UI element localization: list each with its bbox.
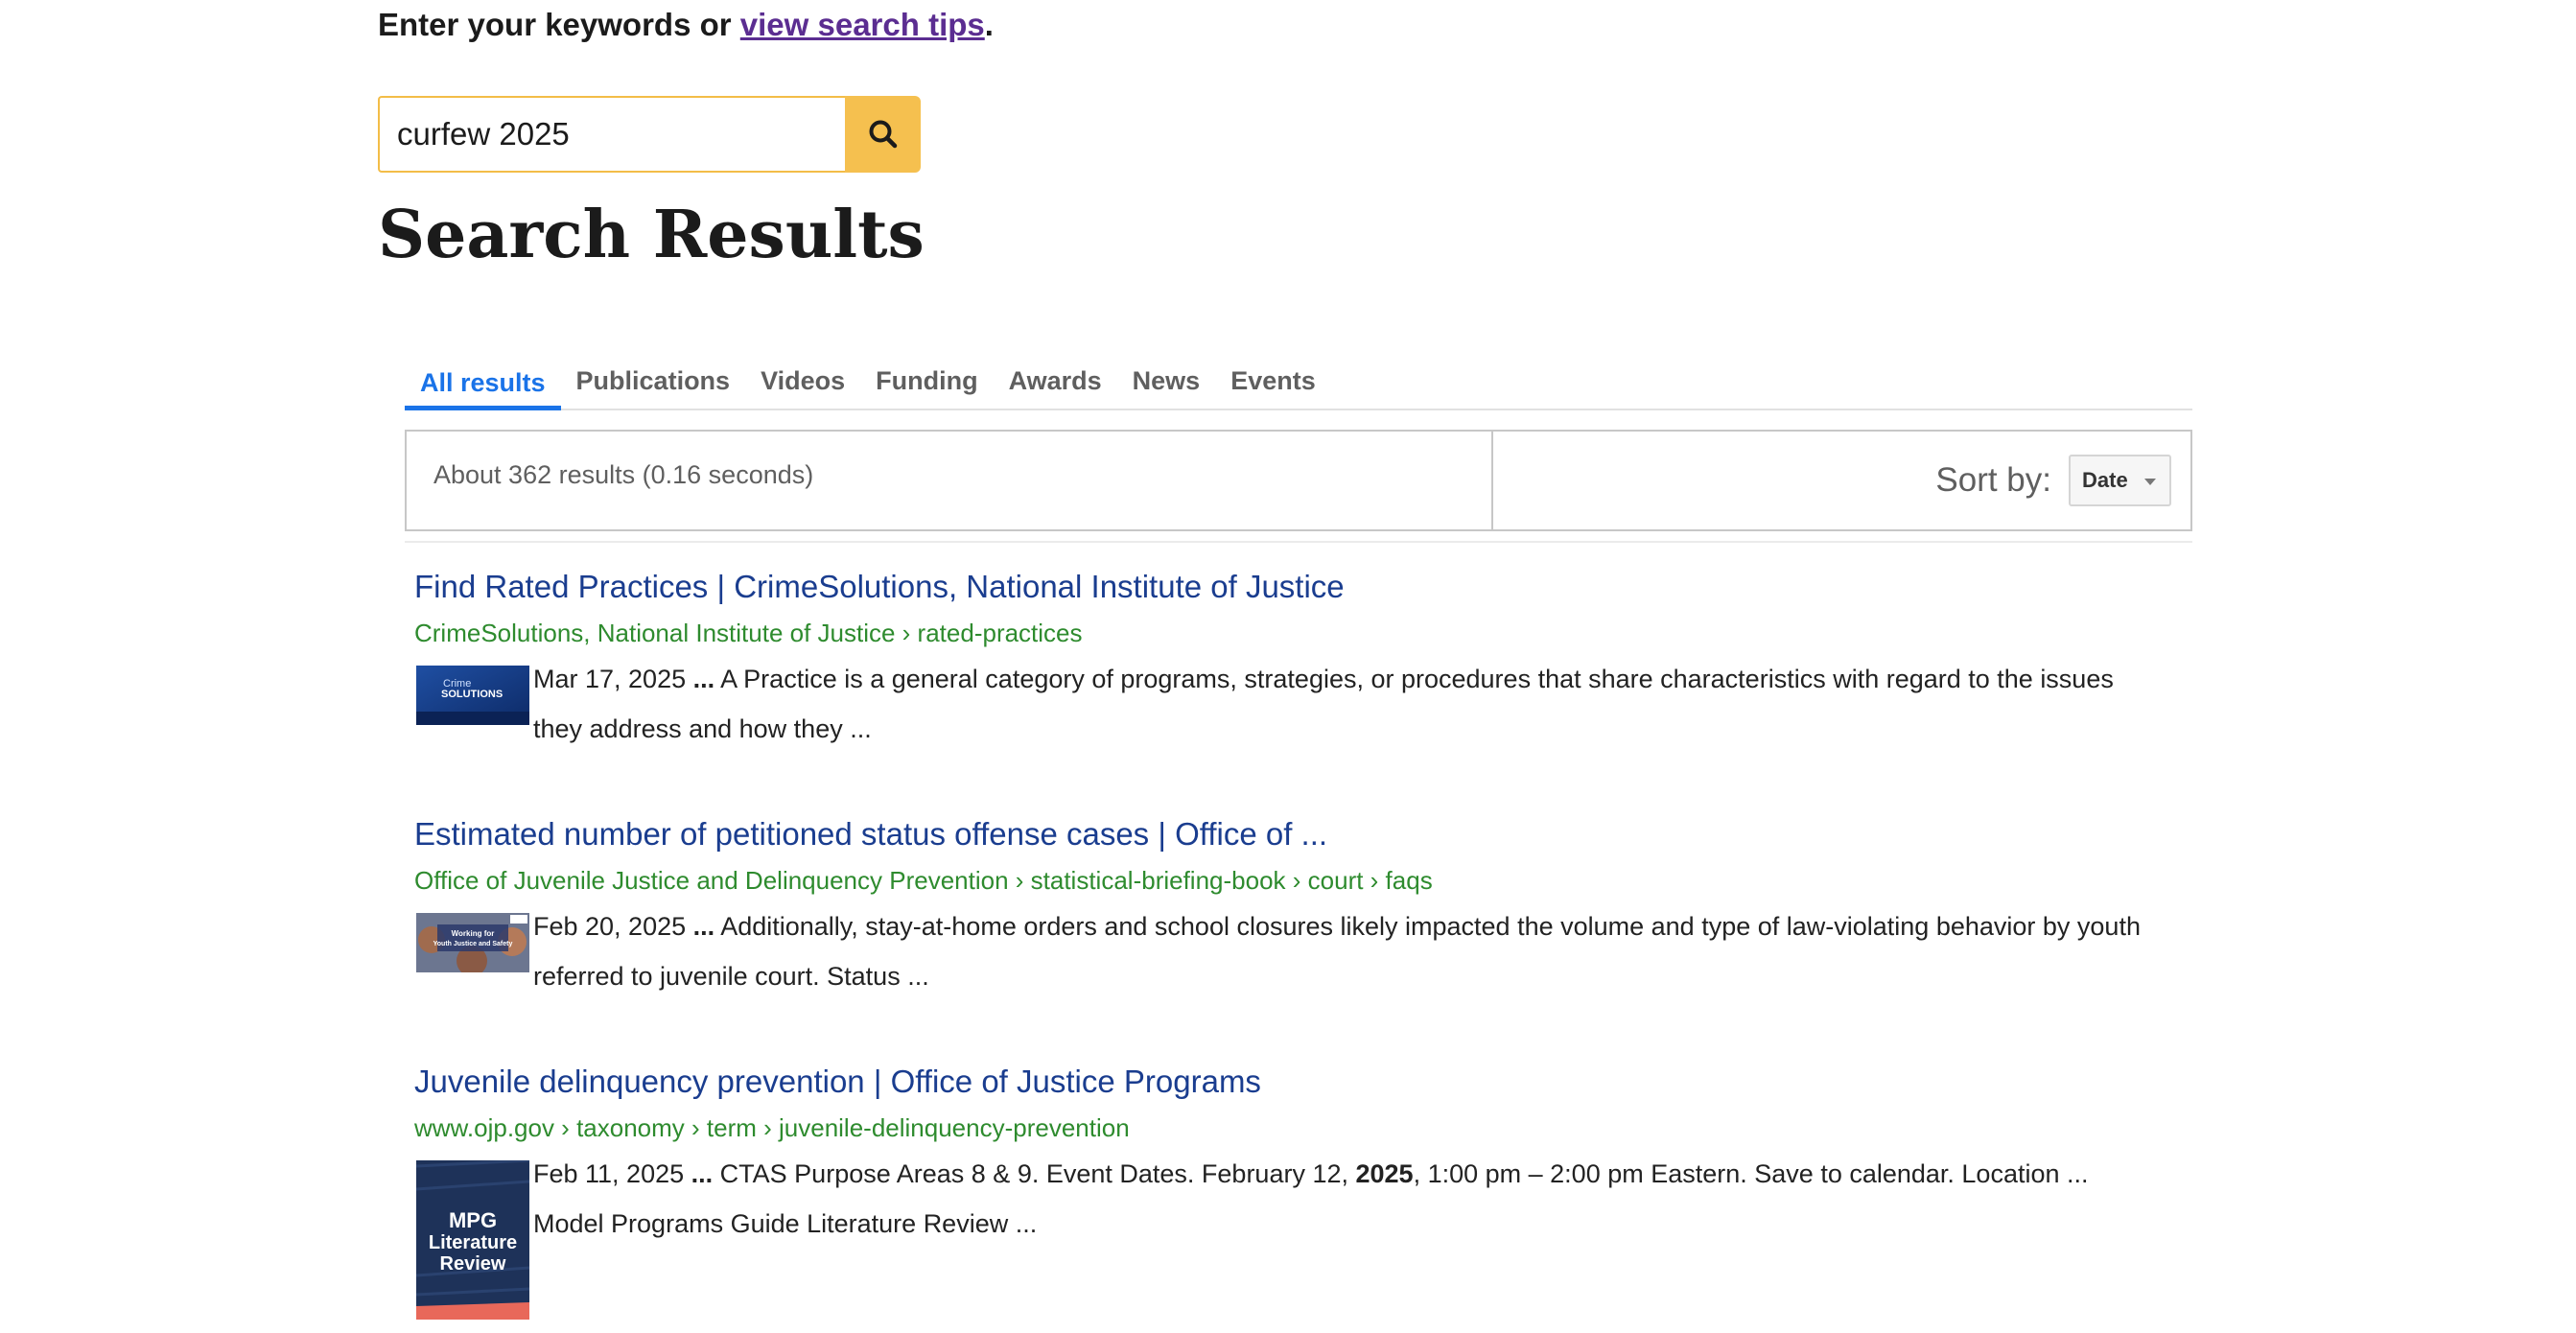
result-body: MPG Literature Review Feb 11, 2025 ... C… (414, 1157, 2198, 1320)
divider (405, 541, 2192, 543)
intro-text: Enter your keywords or (378, 7, 740, 42)
results-count: About 362 results (0.16 seconds) (407, 432, 1493, 529)
result-snippet: Feb 20, 2025 ... Additionally, stay-at-h… (533, 901, 2164, 1001)
tab-awards[interactable]: Awards (994, 353, 1117, 409)
mpg-literature-review-thumbnail[interactable]: MPG Literature Review (416, 1160, 529, 1320)
search-button[interactable] (845, 96, 921, 173)
svg-text:Literature: Literature (429, 1232, 517, 1253)
search-results-page: Enter your keywords or view search tips.… (0, 0, 2576, 1333)
result-body: Working for Youth Justice and Safety Feb… (414, 909, 2198, 1001)
tab-events[interactable]: Events (1215, 353, 1331, 409)
search-form (378, 96, 921, 173)
sort-select[interactable]: Date (2069, 455, 2171, 506)
result-title-link[interactable]: Estimated number of petitioned status of… (414, 813, 2198, 855)
search-intro: Enter your keywords or view search tips. (378, 4, 994, 46)
result-url: Office of Juvenile Justice and Delinquen… (414, 866, 1433, 895)
sort-controls: Sort by: Date (1493, 432, 2190, 529)
result-date: Mar 17, 2025 (533, 665, 687, 693)
result-url: CrimeSolutions, National Institute of Ju… (414, 619, 1083, 647)
snippet-ellipsis: ... (692, 912, 715, 941)
chevron-down-icon (2144, 479, 2156, 485)
result-date: Feb 20, 2025 (533, 912, 687, 941)
result-body: Crime SOLUTIONS Mar 17, 2025 ... A Pract… (414, 662, 2198, 754)
result-url: www.ojp.gov › taxonomy › term › juvenile… (414, 1113, 1130, 1142)
snippet-highlight: 2025 (1355, 1159, 1414, 1188)
result-item: Find Rated Practices | CrimeSolutions, N… (414, 566, 2198, 754)
intro-suffix: . (984, 7, 994, 42)
tab-videos[interactable]: Videos (745, 353, 860, 409)
sort-label: Sort by: (1935, 461, 2051, 499)
sort-selected-value: Date (2082, 468, 2128, 492)
snippet-text: Additionally, stay-at-home orders and sc… (533, 912, 2141, 991)
snippet-text: CTAS Purpose Areas 8 & 9. Event Dates. F… (719, 1159, 1356, 1188)
svg-text:Youth Justice and Safety: Youth Justice and Safety (433, 941, 513, 947)
page-title: Search Results (378, 197, 925, 273)
tab-all-results[interactable]: All results (405, 355, 561, 410)
tab-news[interactable]: News (1117, 353, 1216, 409)
search-tips-link[interactable]: view search tips (740, 7, 985, 42)
tab-publications[interactable]: Publications (561, 353, 746, 409)
result-item: Juvenile delinquency prevention | Office… (414, 1061, 2198, 1320)
result-title-link[interactable]: Find Rated Practices | CrimeSolutions, N… (414, 566, 2198, 608)
tab-funding[interactable]: Funding (860, 353, 993, 409)
results-info-bar: About 362 results (0.16 seconds) Sort by… (405, 430, 2192, 531)
ojjdp-thumbnail[interactable]: Working for Youth Justice and Safety (416, 913, 529, 972)
snippet-ellipsis: ... (692, 665, 715, 693)
result-snippet: Feb 11, 2025 ... CTAS Purpose Areas 8 & … (533, 1149, 2164, 1320)
svg-text:Working for: Working for (452, 929, 495, 938)
result-snippet: Mar 17, 2025 ... A Practice is a general… (533, 654, 2164, 754)
svg-text:Review: Review (440, 1253, 506, 1275)
svg-text:MPG: MPG (449, 1208, 497, 1232)
svg-text:SOLUTIONS: SOLUTIONS (441, 689, 503, 700)
search-icon (869, 120, 897, 149)
result-date: Feb 11, 2025 (533, 1159, 685, 1188)
result-tabs: All results Publications Videos Funding … (405, 353, 2192, 410)
result-title-link[interactable]: Juvenile delinquency prevention | Office… (414, 1061, 2198, 1103)
snippet-ellipsis: ... (691, 1159, 714, 1188)
search-input[interactable] (378, 96, 845, 173)
crimesolutions-thumbnail[interactable]: Crime SOLUTIONS (416, 666, 529, 725)
result-item: Estimated number of petitioned status of… (414, 813, 2198, 1001)
snippet-text: A Practice is a general category of prog… (533, 665, 2114, 743)
